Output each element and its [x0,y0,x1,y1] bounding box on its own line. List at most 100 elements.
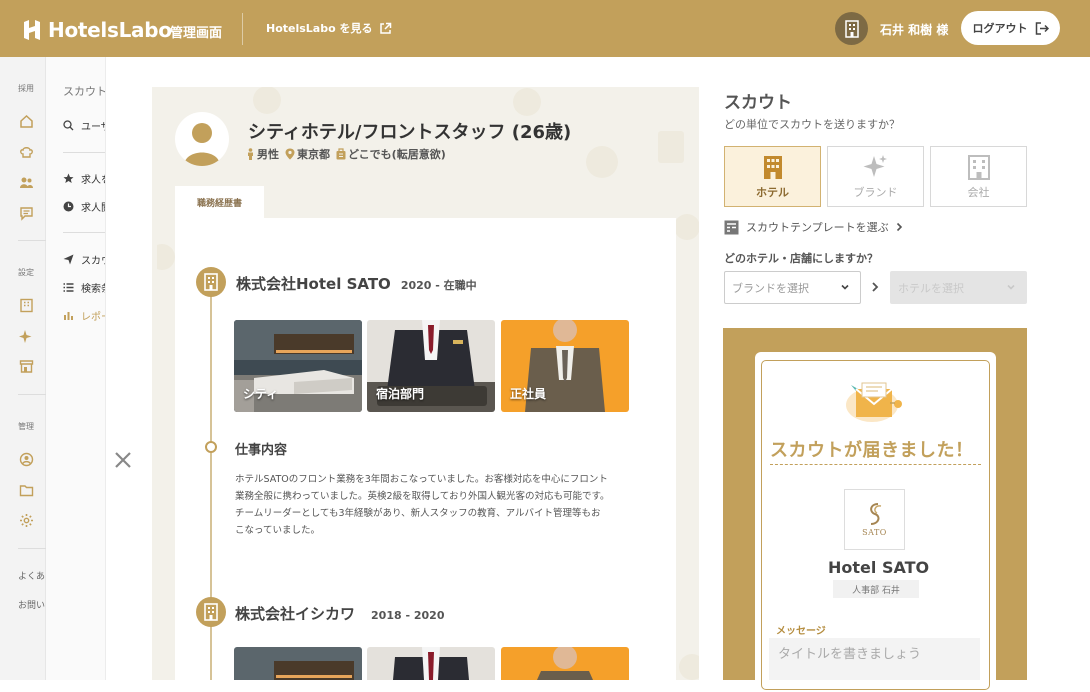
top-bar: HotelsLabo 管理画面 HotelsLabo を見る 石井 和樹 様 ロ… [0,0,1090,57]
location-pin-icon [285,148,295,160]
decorative-bg-icon [674,214,699,240]
subnav-item-report[interactable]: レポート [63,308,105,323]
external-link-icon [379,22,391,34]
users-icon[interactable] [19,175,34,190]
logout-button[interactable]: ログアウト [961,11,1060,45]
company-name: 株式会社イシカワ [235,605,356,623]
preview-hotel-name: Hotel SATO [828,558,930,577]
decorative-bg-icon [679,654,699,680]
chevron-down-icon [841,284,849,290]
gender-info: 男性 [246,146,279,162]
preview-divider [770,464,981,465]
sidebar-contact-link[interactable]: お問い [18,598,45,611]
subnav-item-search-conditions[interactable]: 検索条 [63,280,105,295]
tab-resume[interactable]: 職務経歴書 [175,186,264,219]
photo-label: 宿泊部門 [376,387,425,401]
chef-hat-icon[interactable] [19,145,34,160]
career-photo-room[interactable]: シティ [234,320,362,412]
list-icon [63,283,74,292]
sidebar: 採用 設定 管理 よくあ お問い [0,57,46,680]
template-icon [724,220,739,234]
logout-icon [1035,21,1049,35]
gender-label: 男性 [257,148,279,161]
admin-label: 管理画面 [170,26,223,41]
career-photo-suit[interactable]: 正社員 [501,320,629,412]
hotel-staff-photo [367,647,495,680]
template-link-label: スカウトテンプレートを選ぶ [746,221,889,234]
subnav-label: 検索条 [81,284,105,295]
view-site-link[interactable]: HotelsLabo を見る [266,20,392,36]
logo-text: HotelsLabo [48,18,172,42]
star-icon [63,173,74,183]
hotel-select[interactable]: ホテルを選択 [890,271,1027,304]
sidebar-divider [18,240,46,241]
clock-icon [63,201,74,212]
message-icon[interactable] [19,206,34,221]
unit-brand-button[interactable]: ブランド [827,146,924,207]
subnav-divider [63,152,105,153]
unit-label: ブランド [853,185,898,199]
sidebar-section-recruit: 採用 [18,84,34,93]
message-input[interactable]: タイトルを書きましょう [769,638,980,680]
subnav-item-scout[interactable]: スカウト [63,252,105,267]
subnav-item-views[interactable]: 求人閲 [63,199,105,214]
subnav-item-jobs[interactable]: 求人を [63,171,105,186]
user-name: 石井 和樹 様 [880,23,949,37]
job-description-text: ホテルSATOのフロント業務を3年間おこなっていました。お客様対応を中心にフロン… [235,474,610,536]
send-icon [63,254,74,265]
folder-icon[interactable] [19,483,34,498]
subnav-item-users[interactable]: ユーザー [63,118,105,133]
photo-label: 正社員 [510,387,547,401]
decorative-bg-icon [513,88,541,116]
subnav-label: 求人を [81,175,105,186]
sparkle-icon[interactable] [19,329,34,344]
decorative-bg-icon [586,146,618,178]
chevron-right-icon [872,282,879,292]
brand-select[interactable]: ブランドを選択 [724,271,861,304]
suited-person-photo [501,647,629,680]
logo[interactable]: HotelsLabo [22,18,172,42]
career-period: 2020 - 在職中 [400,279,477,292]
career-period: 2018 - 2020 [371,609,445,622]
career-photo-suit[interactable] [501,647,629,680]
account-icon[interactable] [19,452,34,467]
decorative-bg-icon [658,131,684,163]
hotel-question: どのホテル・店舗にしますか？ [724,252,878,265]
luggage-icon [336,148,346,160]
sub-nav: スカウト ユーザー 求人を 求人閲 スカウト 検索条 レポート [46,57,106,680]
company-name: 株式会社Hotel SATO [236,275,391,293]
home-icon[interactable] [19,114,34,129]
sidebar-faq-link[interactable]: よくあ [18,569,45,582]
unit-hotel-button[interactable]: ホテル [724,146,821,207]
company-icon [967,154,990,180]
building-icon[interactable] [19,298,34,313]
sidebar-divider [18,548,46,549]
store-icon[interactable] [19,359,34,374]
career-photo-staff[interactable]: 宿泊部門 [367,320,495,412]
timeline-dot [205,441,217,453]
template-link[interactable]: スカウトテンプレートを選ぶ [724,219,903,235]
career-company: 株式会社Hotel SATO 2020 - 在職中 [236,273,477,294]
subnav-label: レポート [81,312,105,323]
career-photo-staff[interactable] [367,647,495,680]
sato-logo-mark [869,503,881,525]
scout-subtitle: どの単位でスカウトを送りますか？ [724,118,900,131]
logout-label: ログアウト [972,22,1028,35]
location-label: 東京都 [297,148,330,161]
close-icon[interactable] [112,449,134,471]
subnav-label: ユーザー [81,122,105,133]
career-photo-room[interactable] [234,647,362,680]
subnav-title: スカウト [63,85,106,98]
unit-company-button[interactable]: 会社 [930,146,1027,207]
user-avatar[interactable] [835,12,868,45]
gear-icon[interactable] [19,513,34,528]
unit-label: ホテル [756,185,789,199]
hotel-room-photo [234,647,362,680]
brand-logo: SATO [844,489,905,550]
subnav-divider [63,232,105,233]
chevron-right-icon [896,222,902,232]
job-description-heading: 仕事内容 [235,443,288,458]
search-icon [63,120,74,131]
unit-label: 会社 [967,185,990,199]
hotel-select-placeholder: ホテルを選択 [898,281,964,295]
